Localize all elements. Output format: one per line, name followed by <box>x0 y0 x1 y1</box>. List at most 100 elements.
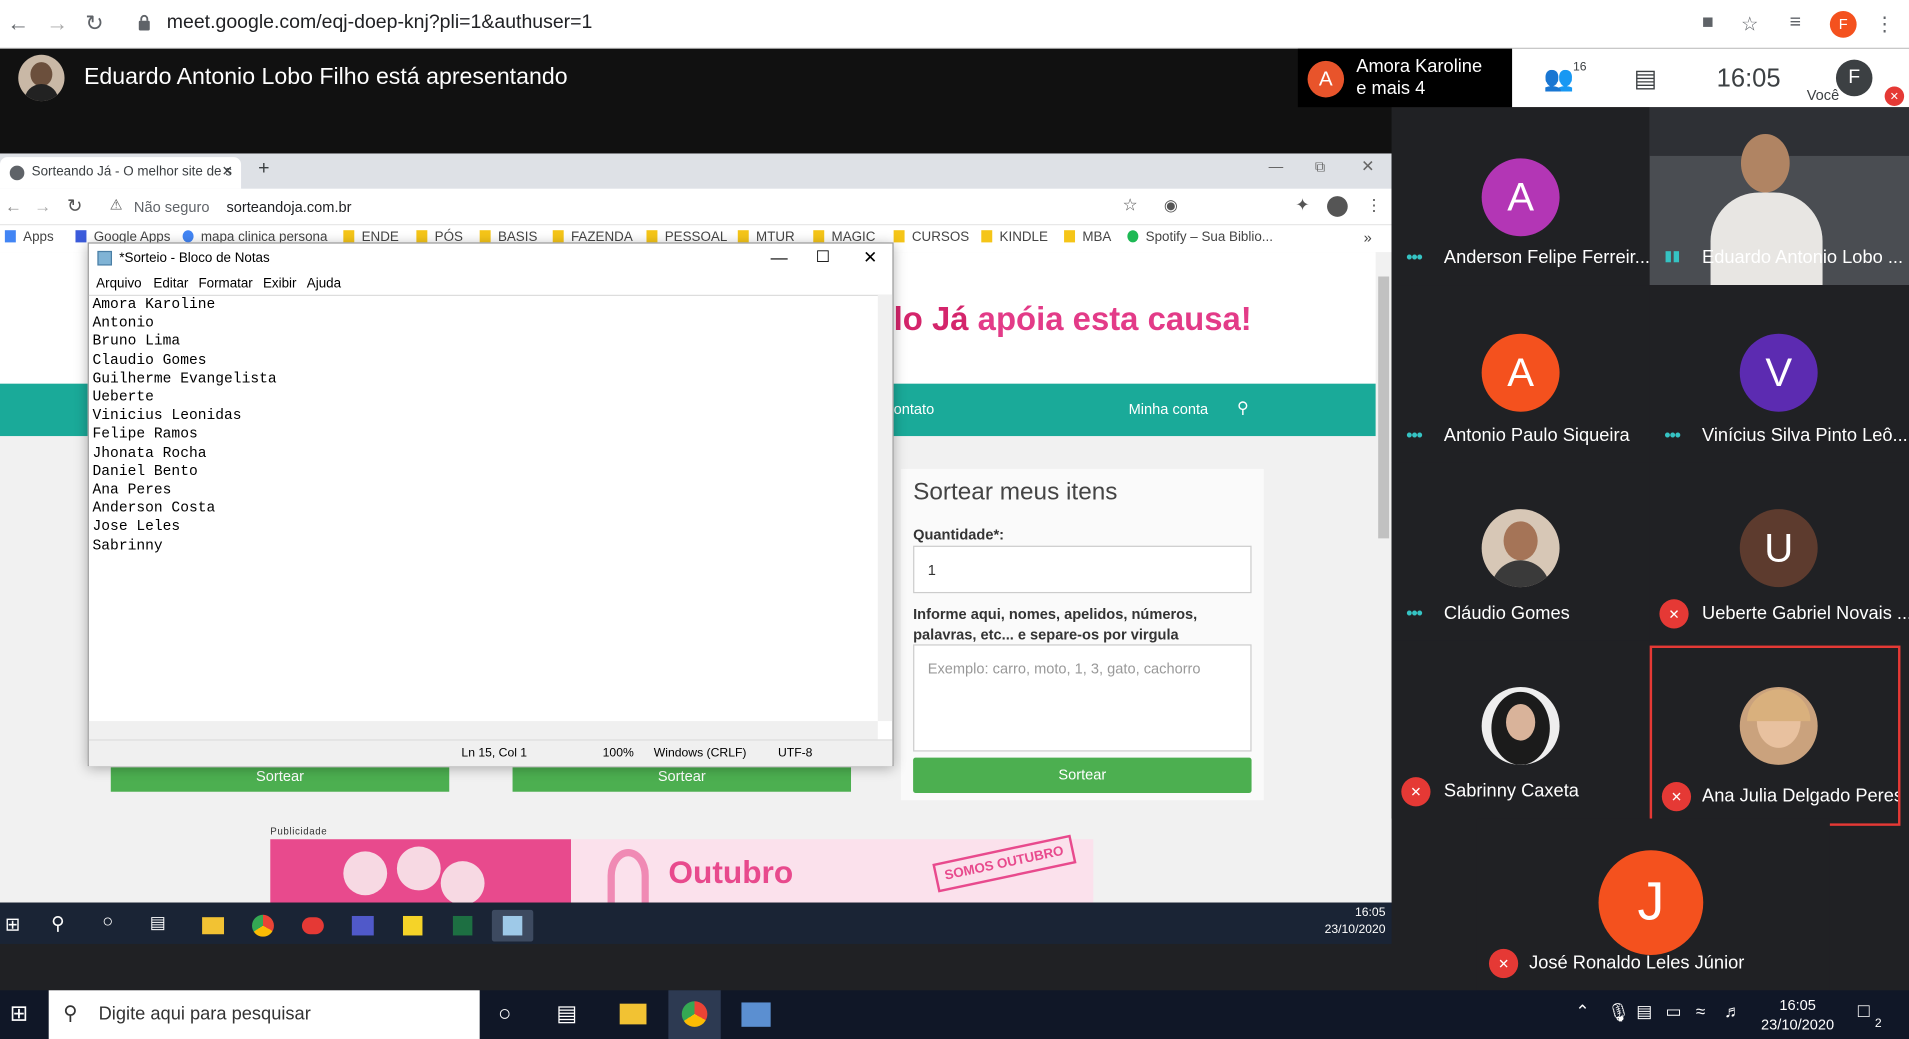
shared-star-icon[interactable]: ☆ <box>1123 195 1138 216</box>
mic-tray-icon[interactable]: 🎙 <box>1607 1001 1630 1023</box>
notepad-titlebar[interactable]: *Sorteio - Bloco de Notas — ☐ ✕ <box>89 244 893 273</box>
notepad-text-area[interactable]: Amora Karoline Antonio Bruno Lima Claudi… <box>88 294 893 721</box>
join-notification[interactable]: A Amora Karoline e mais 4 <box>1297 48 1513 108</box>
media-queue-icon[interactable]: ≡ <box>1790 12 1801 34</box>
shared-taskview-icon[interactable]: ▤ <box>150 912 166 933</box>
shared-profile-avatar[interactable] <box>1327 196 1348 217</box>
people-icon[interactable]: 👥 <box>1544 63 1574 93</box>
menu-ajuda[interactable]: Ajuda <box>307 276 341 291</box>
ad-banner-left[interactable] <box>270 839 571 903</box>
remote-desktop-icon[interactable] <box>741 1002 771 1027</box>
menu-formatar[interactable]: Formatar <box>198 276 252 291</box>
participant-tile[interactable]: J ✕ José Ronaldo Leles Júnior <box>1476 818 1830 991</box>
names-textarea[interactable]: Exemplo: carro, moto, 1, 3, gato, cachor… <box>913 644 1252 752</box>
scroll-thumb[interactable] <box>1378 276 1390 539</box>
sortear-button[interactable]: Sortear <box>913 757 1252 793</box>
profile-avatar[interactable]: F <box>1829 10 1857 38</box>
ad-banner-outubro[interactable]: Outubro SOMOS OUTUBRO <box>570 834 1094 903</box>
volume-icon[interactable]: ♬ <box>1724 1001 1741 1020</box>
shared-tab[interactable]: Sorteando Já - O melhor site de s ✕ <box>0 157 242 189</box>
os-search-box[interactable]: ⚲ Digite aqui para pesquisar <box>48 990 480 1039</box>
extension-icon[interactable]: ◉ <box>1164 196 1178 215</box>
participant-tile[interactable]: ✕ Sabrinny Caxeta <box>1391 640 1650 819</box>
participant-tile-highlighted[interactable]: ✕ Ana Julia Delgado Peres <box>1649 645 1901 826</box>
notepad-maximize-icon[interactable]: ☐ <box>816 247 830 266</box>
participant-tile-video[interactable]: ▮▮ Eduardo Antonio Lobo ... <box>1649 107 1909 286</box>
shared-start-icon[interactable]: ⊞ <box>5 914 20 936</box>
bookmark-spotify[interactable]: Spotify – Sua Biblio... <box>1127 230 1273 245</box>
address-bar[interactable]: meet.google.com/eqj-doep-knj?pli=1&authu… <box>167 12 593 34</box>
wifi-icon[interactable]: ≈ <box>1696 1001 1705 1020</box>
network-tray-icon[interactable]: ▤ <box>1636 1001 1652 1022</box>
participant-tile[interactable]: A ••• Anderson Felipe Ferreir... <box>1391 107 1650 286</box>
chrome-taskbar-active[interactable] <box>668 990 721 1039</box>
participant-tile[interactable]: V ••• Vinícius Silva Pinto Leô... <box>1649 285 1909 463</box>
chat-app-icon[interactable] <box>292 910 333 942</box>
nav-contato[interactable]: ontato <box>894 401 935 418</box>
notepad-close-icon[interactable]: ✕ <box>863 247 877 268</box>
text-line: Jhonata Rocha <box>92 444 207 462</box>
win-close-icon[interactable]: ✕ <box>1361 157 1374 176</box>
back-icon[interactable]: ← <box>7 11 29 35</box>
sortear-button-hidden[interactable]: Sortear <box>512 767 852 792</box>
menu-arquivo[interactable]: Arquivo <box>96 276 141 291</box>
notepad-vscroll[interactable] <box>877 294 893 722</box>
chrome-icon[interactable] <box>242 910 283 942</box>
more-options-icon[interactable]: ••• <box>1406 247 1423 268</box>
star-icon[interactable]: ☆ <box>1741 12 1758 36</box>
tray-chevron-icon[interactable]: ⌃ <box>1575 1001 1589 1022</box>
bookmark-folder[interactable]: CURSOS <box>893 230 969 245</box>
menu-exibir[interactable]: Exibir <box>263 276 296 291</box>
menu-editar[interactable]: Editar <box>153 276 188 291</box>
cortana-icon[interactable]: ○ <box>498 1001 511 1027</box>
tab-close-icon[interactable]: ✕ <box>222 163 233 179</box>
chat-icon[interactable]: ▤ <box>1634 63 1657 93</box>
teams-icon[interactable] <box>342 910 383 942</box>
participant-tile[interactable]: A ••• Antonio Paulo Siqueira <box>1391 285 1650 463</box>
bookmark-folder[interactable]: MBA <box>1064 230 1111 245</box>
more-options-icon[interactable]: ••• <box>1664 425 1681 446</box>
explorer-icon[interactable] <box>192 910 233 942</box>
nav-search-icon[interactable]: ⚲ <box>1237 398 1249 417</box>
bookmark-folder[interactable]: KINDLE <box>981 230 1048 245</box>
shared-search-icon[interactable]: ⚲ <box>51 912 64 935</box>
puzzle-icon[interactable]: ✦ <box>1295 195 1309 216</box>
camera-icon[interactable]: ■ <box>1702 12 1714 34</box>
excel-icon[interactable] <box>442 910 483 942</box>
more-options-icon[interactable]: ••• <box>1406 425 1423 446</box>
shared-address[interactable]: sorteandoja.com.br <box>226 199 351 216</box>
sortear-button-hidden[interactable]: Sortear <box>110 767 450 792</box>
win-minimize-icon[interactable]: — <box>1269 158 1284 175</box>
notifications-icon[interactable]: □ <box>1858 1001 1870 1023</box>
sticky-notes-icon[interactable] <box>392 910 433 942</box>
forward-icon[interactable]: → <box>46 11 68 35</box>
shared-cortana-icon[interactable]: ○ <box>102 911 113 932</box>
bookmark-apps[interactable]: Apps <box>4 230 54 245</box>
shared-menu-icon[interactable]: ⋮ <box>1366 196 1382 215</box>
notepad-hscroll[interactable] <box>88 721 878 740</box>
self-avatar[interactable]: F <box>1835 59 1873 97</box>
notepad-taskbar-icon[interactable] <box>491 909 534 942</box>
nav-minha-conta[interactable]: Minha conta <box>1129 401 1209 418</box>
bookmarks-more-icon[interactable]: » <box>1364 229 1372 246</box>
shared-forward-icon[interactable]: → <box>34 196 51 215</box>
os-clock[interactable]: 16:05 23/10/2020 <box>1753 995 1842 1034</box>
battery-icon[interactable]: ▭ <box>1665 1001 1681 1022</box>
start-icon[interactable]: ⊞ <box>10 1001 28 1027</box>
task-view-icon[interactable]: ▤ <box>556 1001 577 1027</box>
new-tab-icon[interactable]: + <box>258 158 269 180</box>
file-explorer-icon[interactable] <box>619 1003 647 1025</box>
menu-icon[interactable]: ⋮ <box>1875 12 1894 36</box>
mic-muted-icon: ✕ <box>1401 777 1431 807</box>
notepad-minimize-icon[interactable]: — <box>771 247 788 266</box>
win-restore-icon[interactable]: ⧉ <box>1315 158 1325 176</box>
quantity-input[interactable]: 1 <box>913 545 1252 594</box>
shared-reload-icon[interactable]: ↻ <box>67 195 82 217</box>
site-headline: lo Já apóia esta causa! <box>893 300 1252 338</box>
more-options-icon[interactable]: ••• <box>1406 603 1423 624</box>
participant-tile[interactable]: ••• Cláudio Gomes <box>1391 462 1650 641</box>
shared-scrollbar[interactable] <box>1375 252 1392 903</box>
shared-back-icon[interactable]: ← <box>5 196 22 215</box>
participant-tile[interactable]: U ✕ Ueberte Gabriel Novais ... <box>1649 462 1909 641</box>
reload-icon[interactable]: ↻ <box>85 11 103 35</box>
